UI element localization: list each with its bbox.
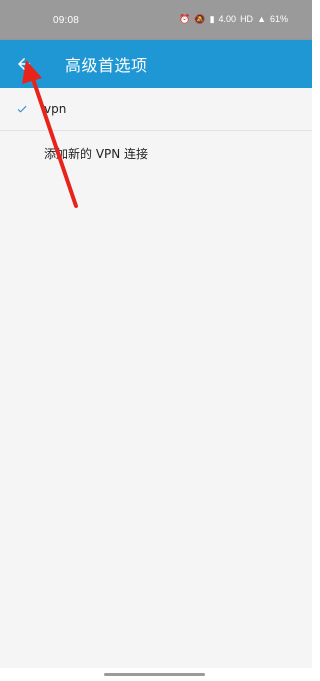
battery-level: 61% bbox=[269, 14, 288, 24]
list-item-label: vpn bbox=[44, 102, 67, 116]
alarm-icon: ⏰ bbox=[179, 13, 191, 24]
mute-icon: 🔕 bbox=[194, 13, 206, 24]
home-indicator[interactable] bbox=[104, 673, 205, 676]
list-item-vpn[interactable]: vpn bbox=[0, 88, 312, 131]
status-bar: 09:08 ⏰ 🔕 ▮ 4.00 HD ▲ 61% bbox=[0, 0, 312, 40]
navigation-bar bbox=[0, 668, 312, 681]
status-icons: ⏰ 🔕 ▮ 4.00 HD ▲ 61% bbox=[179, 14, 288, 24]
arrow-left-icon bbox=[18, 58, 30, 70]
status-time: 09:08 bbox=[53, 15, 80, 26]
list-item-label: 添加新的 VPN 连接 bbox=[44, 146, 149, 161]
data-speed-icon: 4.00 bbox=[218, 13, 237, 24]
app-bar: 高级首选项 bbox=[0, 40, 312, 88]
page-title: 高级首选项 bbox=[65, 56, 148, 75]
hd-icon: HD bbox=[240, 13, 254, 24]
signal-icon: ▮ bbox=[209, 13, 215, 24]
check-icon bbox=[17, 105, 27, 113]
back-button[interactable] bbox=[8, 48, 40, 80]
wifi-icon: ▲ bbox=[257, 13, 266, 24]
list-item-add-vpn[interactable]: 添加新的 VPN 连接 bbox=[0, 132, 312, 174]
screen: 09:08 ⏰ 🔕 ▮ 4.00 HD ▲ 61% 高级首选项 vpn 添加新的… bbox=[0, 0, 312, 681]
preferences-list: vpn 添加新的 VPN 连接 bbox=[0, 88, 312, 668]
